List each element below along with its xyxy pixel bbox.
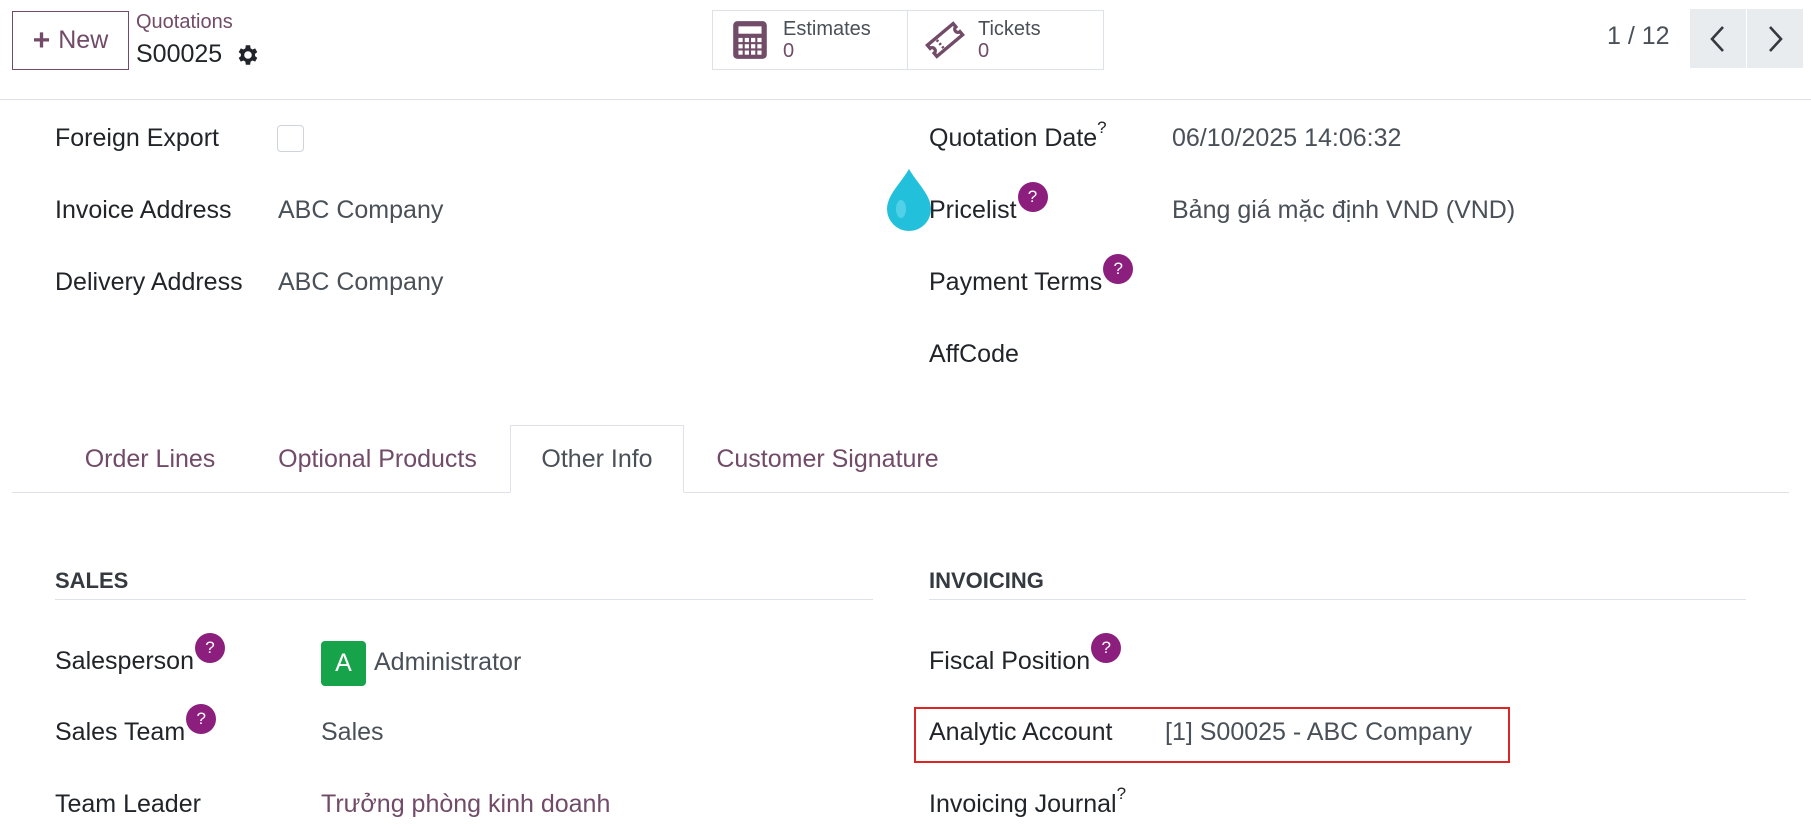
- invoicing-journal-help[interactable]: ?: [1117, 784, 1126, 803]
- pager-next-button[interactable]: [1747, 9, 1803, 68]
- salesperson-label-text: Salesperson: [55, 647, 194, 675]
- tab-optional-products[interactable]: Optional Products: [255, 425, 500, 493]
- invoicing-section-title: INVOICING: [929, 568, 1044, 593]
- salesperson-help-icon[interactable]: ?: [194, 633, 225, 663]
- tickets-label: Tickets: [978, 18, 1041, 40]
- fiscal-position-help-icon[interactable]: ?: [1091, 633, 1122, 663]
- sales-team-label: Sales Team?: [55, 704, 217, 748]
- payment-terms-label-text: Payment Terms: [929, 268, 1103, 296]
- analytic-account-field[interactable]: [1] S00025 - ABC Company: [1165, 718, 1472, 747]
- record-title: S00025: [136, 40, 260, 69]
- invoicing-journal-label-text: Invoicing Journal: [929, 790, 1117, 818]
- estimates-count: 0: [783, 40, 795, 62]
- control-panel: + New Quotations S00025 Estimates 0 Tick…: [0, 0, 1811, 100]
- fiscal-position-label-text: Fiscal Position: [929, 647, 1091, 675]
- fiscal-position-label: Fiscal Position?: [929, 633, 1122, 677]
- sales-team-help-icon[interactable]: ?: [186, 704, 217, 734]
- chevron-right-icon: [1769, 25, 1783, 52]
- sales-section-separator: [55, 599, 873, 600]
- tab-other-info[interactable]: Other Info: [510, 425, 684, 493]
- quotation-date-label: Quotation Date?: [929, 118, 1107, 153]
- salesperson-label: Salesperson?: [55, 633, 225, 677]
- salesperson-field[interactable]: A Administrator: [321, 641, 521, 686]
- pricelist-help-icon[interactable]: ?: [1017, 182, 1048, 212]
- foreign-export-checkbox[interactable]: [277, 125, 304, 152]
- breadcrumb-quotations[interactable]: Quotations: [136, 11, 233, 34]
- quotation-date-label-text: Quotation Date: [929, 124, 1098, 152]
- estimates-label: Estimates: [783, 18, 871, 40]
- record-name: S00025: [136, 40, 223, 68]
- analytic-account-label: Analytic Account: [929, 718, 1113, 746]
- foreign-export-label: Foreign Export: [55, 124, 219, 152]
- pricelist-label: Pricelist?: [929, 182, 1048, 226]
- ticket-icon: [925, 21, 965, 59]
- quotation-date-field[interactable]: 06/10/2025 14:06:32: [1172, 124, 1401, 153]
- invoice-address-label: Invoice Address: [55, 196, 232, 224]
- sales-section-title: SALES: [55, 568, 129, 593]
- team-leader-label: Team Leader: [55, 790, 201, 818]
- calculator-icon: [733, 21, 767, 59]
- tab-customer-signature[interactable]: Customer Signature: [700, 425, 955, 493]
- gear-icon[interactable]: [234, 42, 260, 68]
- invoicing-journal-label: Invoicing Journal?: [929, 784, 1126, 819]
- pager-previous-button[interactable]: [1690, 9, 1746, 68]
- delivery-address-label: Delivery Address: [55, 268, 243, 296]
- water-drop-icon: [887, 169, 931, 231]
- plus-icon: +: [32, 23, 51, 57]
- tab-order-lines[interactable]: Order Lines: [60, 425, 240, 493]
- estimates-smart-button[interactable]: Estimates 0: [712, 10, 908, 70]
- team-leader-link[interactable]: Trưởng phòng kinh doanh: [321, 790, 610, 819]
- salesperson-value: Administrator: [374, 648, 522, 677]
- new-button[interactable]: + New: [12, 11, 129, 70]
- payment-terms-help-icon[interactable]: ?: [1103, 254, 1134, 284]
- pricelist-label-text: Pricelist: [929, 196, 1017, 224]
- tickets-smart-button[interactable]: Tickets 0: [907, 10, 1104, 70]
- avatar: A: [321, 641, 366, 686]
- tickets-count: 0: [978, 40, 990, 62]
- invoice-address-field[interactable]: ABC Company: [278, 196, 443, 225]
- delivery-address-field[interactable]: ABC Company: [278, 268, 443, 297]
- payment-terms-label: Payment Terms?: [929, 254, 1134, 298]
- affcode-label: AffCode: [929, 340, 1019, 368]
- quotation-date-help[interactable]: ?: [1097, 118, 1106, 137]
- invoicing-section-separator: [929, 599, 1746, 600]
- chevron-left-icon: [1710, 25, 1724, 52]
- sales-team-label-text: Sales Team: [55, 718, 186, 746]
- new-button-label: New: [58, 26, 109, 54]
- pricelist-field[interactable]: Bảng giá mặc định VND (VND): [1172, 196, 1515, 225]
- pager-value[interactable]: 1 / 12: [1607, 22, 1670, 51]
- sales-team-field[interactable]: Sales: [321, 718, 384, 747]
